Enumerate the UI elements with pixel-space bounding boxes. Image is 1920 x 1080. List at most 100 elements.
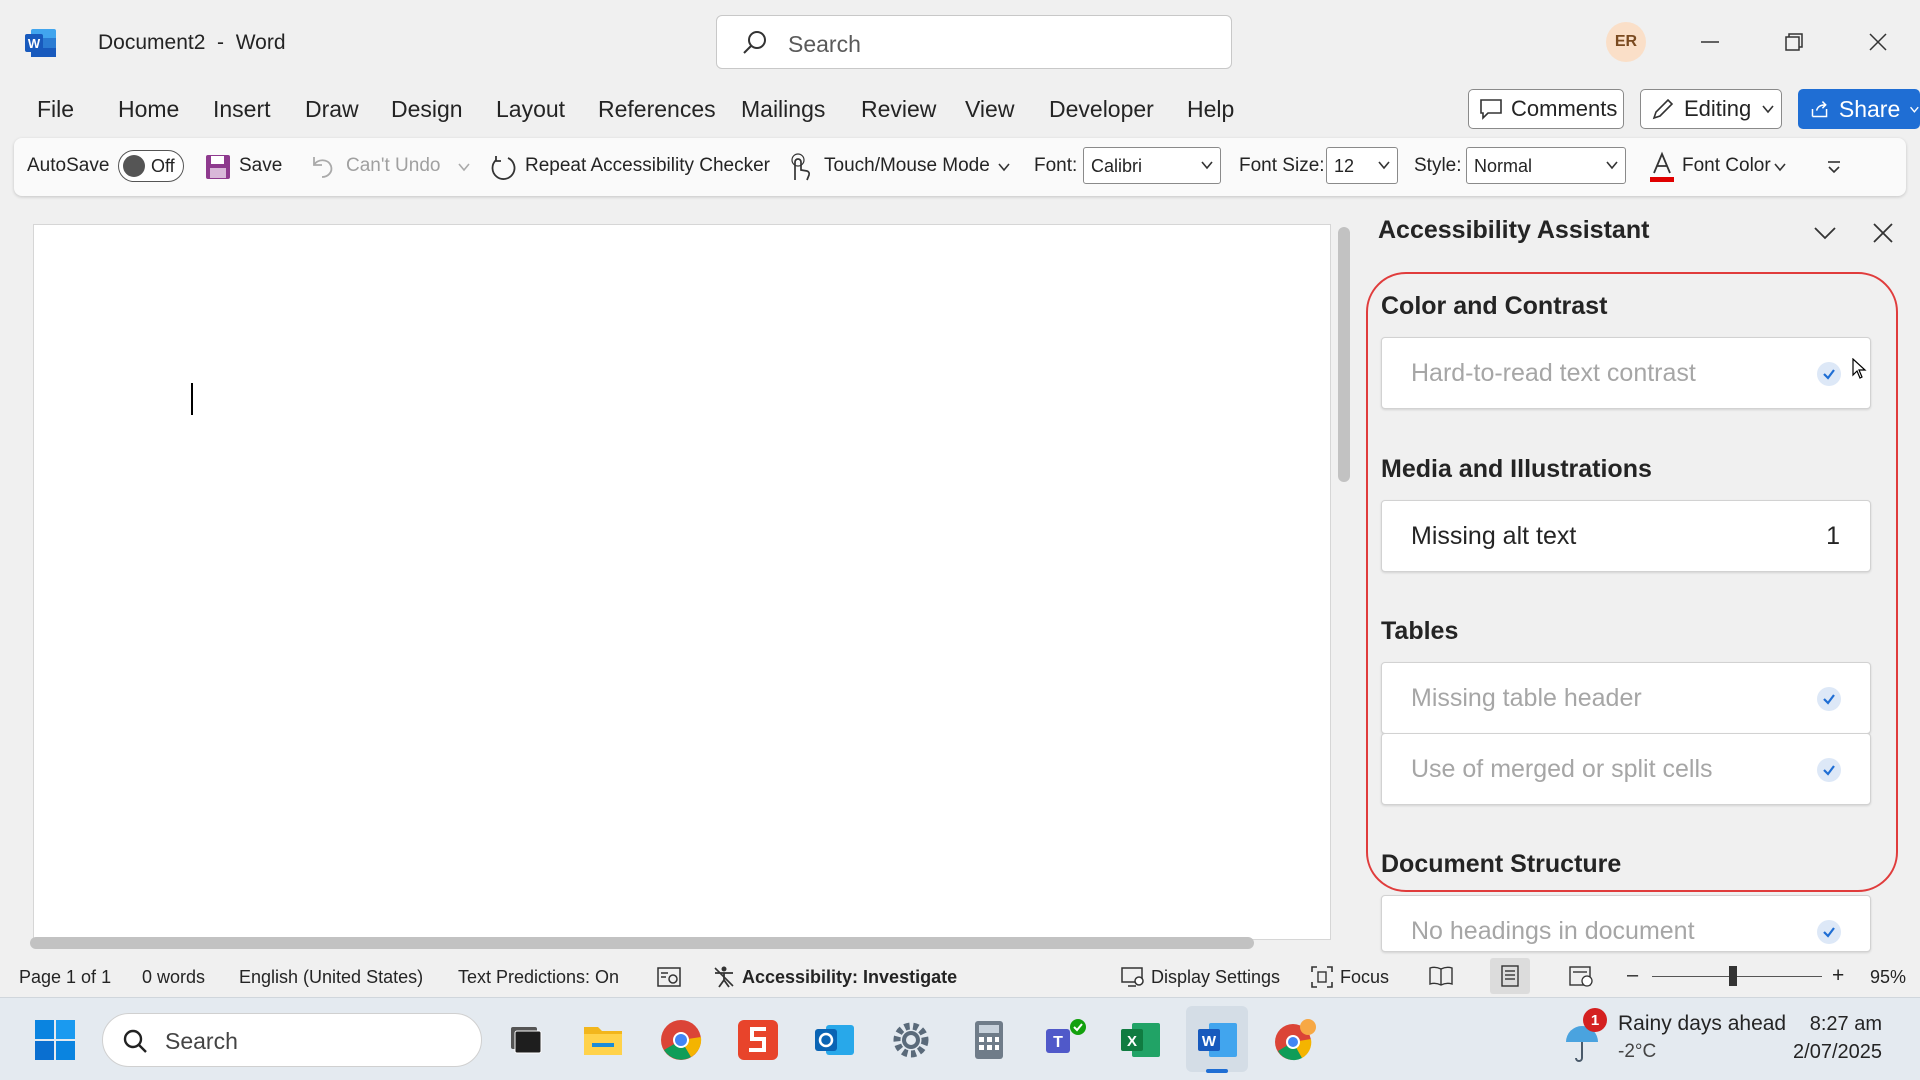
repeat-icon — [491, 156, 516, 180]
tab-home[interactable]: Home — [118, 96, 179, 123]
font-label: Font: — [1034, 155, 1078, 176]
editing-mode-button[interactable]: Editing — [1640, 89, 1782, 129]
zoom-slider-track[interactable] — [1652, 976, 1822, 977]
zoom-out-button[interactable]: – — [1627, 964, 1638, 987]
close-pane-icon[interactable] — [1868, 218, 1898, 248]
display-settings-button[interactable]: Display Settings — [1151, 967, 1280, 988]
tab-insert[interactable]: Insert — [213, 96, 271, 123]
undo-dropdown-icon[interactable] — [458, 161, 470, 173]
title-search-box[interactable]: Search — [716, 15, 1232, 69]
section-document-structure-title: Document Structure — [1381, 850, 1622, 878]
svg-text:X: X — [1127, 1033, 1137, 1050]
style-select[interactable]: Normal — [1466, 147, 1626, 184]
task-view-icon[interactable] — [503, 1017, 549, 1063]
svg-text:W: W — [28, 36, 41, 51]
tab-help[interactable]: Help — [1187, 96, 1234, 123]
tab-review[interactable]: Review — [861, 96, 936, 123]
windows-start-icon[interactable] — [34, 1019, 76, 1061]
accessibility-status[interactable]: Accessibility: Investigate — [742, 967, 957, 988]
customize-toolbar-icon[interactable] — [1825, 158, 1843, 176]
file-explorer-icon[interactable] — [580, 1017, 626, 1063]
comments-button[interactable]: Comments — [1468, 89, 1624, 129]
font-size-value: 12 — [1334, 156, 1355, 176]
text-predictions-status[interactable]: Text Predictions: On — [458, 967, 619, 988]
taskbar-search[interactable]: Search — [102, 1013, 482, 1067]
issue-no-headings[interactable]: No headings in document — [1381, 895, 1871, 952]
touch-mouse-mode-button[interactable]: Touch/Mouse Mode — [824, 155, 990, 177]
focus-button[interactable]: Focus — [1340, 967, 1389, 988]
svg-text:W: W — [1202, 1033, 1217, 1050]
taskbar-search-icon — [123, 1029, 147, 1053]
font-color-chevron-icon[interactable] — [1774, 161, 1786, 173]
tab-developer[interactable]: Developer — [1049, 96, 1154, 123]
user-avatar[interactable]: ER — [1606, 22, 1646, 62]
font-select[interactable]: Calibri — [1083, 147, 1221, 184]
issue-merged-split-cells[interactable]: Use of merged or split cells — [1381, 733, 1871, 805]
system-clock[interactable]: 8:27 am 2/07/2025 — [1793, 1010, 1882, 1066]
read-mode-icon[interactable] — [1428, 964, 1454, 988]
pane-options-chevron-icon[interactable] — [1810, 218, 1840, 248]
save-icon[interactable] — [204, 153, 232, 181]
restore-icon[interactable] — [1772, 20, 1816, 64]
style-label: Style: — [1414, 155, 1462, 176]
tab-file[interactable]: File — [37, 96, 74, 123]
font-chevron-icon — [1201, 161, 1213, 170]
undo-button[interactable]: Can't Undo — [346, 155, 440, 177]
outlook-icon[interactable] — [812, 1017, 858, 1063]
tab-references[interactable]: References — [598, 96, 716, 123]
tab-view[interactable]: View — [965, 96, 1014, 123]
snagit-icon[interactable] — [735, 1017, 781, 1063]
close-window-icon[interactable] — [1856, 20, 1900, 64]
windows-taskbar: Search T X W 1 Rainy days ahead -2°C 8:2… — [0, 997, 1920, 1080]
save-button[interactable]: Save — [239, 155, 282, 177]
touch-mode-chevron-icon[interactable] — [998, 161, 1010, 173]
font-size-select[interactable]: 12 — [1326, 147, 1398, 184]
mouse-pointer-icon — [1852, 358, 1867, 379]
weather-widget[interactable]: Rainy days ahead -2°C — [1618, 1010, 1786, 1066]
touch-mode-icon — [791, 153, 811, 181]
share-icon — [1811, 101, 1828, 118]
issue-missing-table-header[interactable]: Missing table header — [1381, 662, 1871, 734]
issue-missing-alt-text[interactable]: Missing alt text 1 — [1381, 500, 1871, 572]
macro-recording-icon[interactable] — [656, 965, 682, 989]
excel-icon[interactable]: X — [1118, 1017, 1164, 1063]
tab-mailings[interactable]: Mailings — [741, 96, 825, 123]
calculator-icon[interactable] — [966, 1017, 1012, 1063]
weather-temperature: -2°C — [1618, 1041, 1657, 1062]
word-taskbar-icon[interactable]: W — [1195, 1017, 1241, 1063]
tab-draw[interactable]: Draw — [305, 96, 359, 123]
zoom-level[interactable]: 95% — [1870, 967, 1906, 988]
repeat-accessibility-button[interactable]: Repeat Accessibility Checker — [525, 155, 770, 177]
weather-headline: Rainy days ahead — [1618, 1012, 1787, 1035]
zoom-slider-thumb[interactable] — [1729, 966, 1737, 986]
horizontal-scrollbar[interactable] — [30, 937, 1254, 949]
chrome-icon[interactable] — [658, 1017, 704, 1063]
zoom-in-button[interactable]: + — [1832, 964, 1844, 988]
text-cursor — [191, 383, 193, 415]
tab-design[interactable]: Design — [391, 96, 463, 123]
page-count[interactable]: Page 1 of 1 — [19, 967, 111, 988]
vertical-scrollbar[interactable] — [1338, 227, 1350, 482]
print-layout-icon[interactable] — [1498, 964, 1522, 988]
issue-label: Hard-to-read text contrast — [1411, 359, 1696, 387]
autosave-toggle[interactable]: Off — [118, 150, 184, 182]
minimize-icon[interactable] — [1688, 20, 1732, 64]
chevron-down-icon — [1762, 105, 1774, 114]
font-color-button[interactable]: Font Color — [1682, 155, 1771, 177]
teams-icon[interactable]: T — [1042, 1017, 1088, 1063]
document-page[interactable] — [33, 224, 1331, 940]
chrome-profile-icon[interactable] — [1272, 1017, 1318, 1063]
focus-icon — [1311, 966, 1333, 988]
section-media-title: Media and Illustrations — [1381, 455, 1652, 483]
word-count[interactable]: 0 words — [142, 967, 205, 988]
tab-layout[interactable]: Layout — [496, 96, 565, 123]
font-color-icon[interactable] — [1648, 151, 1676, 183]
language-indicator[interactable]: English (United States) — [239, 967, 423, 988]
issue-count: 1 — [1826, 522, 1840, 550]
web-layout-icon[interactable] — [1568, 964, 1594, 988]
share-button[interactable]: Share — [1798, 89, 1920, 129]
issue-hard-to-read-contrast[interactable]: Hard-to-read text contrast — [1381, 337, 1871, 409]
title-bar: W Document2 - Word Search ER — [0, 0, 1920, 84]
weather-notification-badge: 1 — [1583, 1008, 1607, 1032]
settings-gear-icon[interactable] — [888, 1017, 934, 1063]
